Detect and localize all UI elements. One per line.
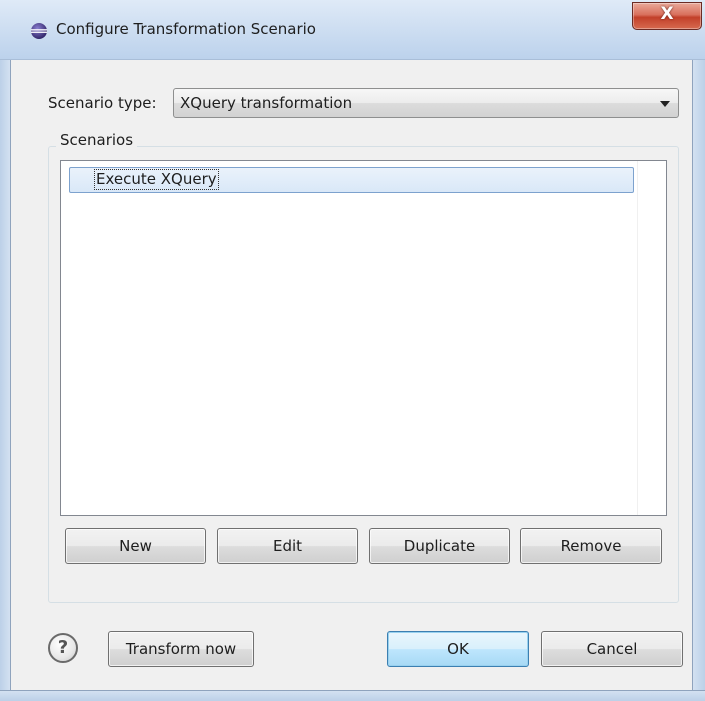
list-item-label: Execute XQuery bbox=[94, 169, 219, 190]
help-icon[interactable]: ? bbox=[48, 633, 78, 663]
window-title: Configure Transformation Scenario bbox=[56, 20, 316, 38]
title-bar[interactable]: Configure Transformation Scenario X bbox=[0, 0, 705, 60]
close-button[interactable]: X bbox=[632, 2, 702, 30]
dialog-window: Configure Transformation Scenario X Scen… bbox=[0, 0, 705, 701]
transform-now-button[interactable]: Transform now bbox=[108, 631, 254, 667]
new-button[interactable]: New bbox=[65, 528, 206, 564]
scenario-type-value: XQuery transformation bbox=[180, 94, 353, 112]
scenarios-group-label: Scenarios bbox=[56, 131, 138, 149]
duplicate-button[interactable]: Duplicate bbox=[369, 528, 510, 564]
scenarios-list[interactable]: Execute XQuery bbox=[60, 160, 667, 516]
close-icon: X bbox=[660, 4, 674, 24]
ok-button[interactable]: OK bbox=[387, 631, 529, 667]
eclipse-icon bbox=[31, 23, 47, 39]
scenario-type-label: Scenario type: bbox=[48, 94, 157, 112]
edit-button[interactable]: Edit bbox=[217, 528, 358, 564]
list-column-divider bbox=[637, 161, 638, 515]
chevron-down-icon bbox=[660, 101, 670, 107]
window-frame-left bbox=[0, 60, 10, 701]
remove-button[interactable]: Remove bbox=[520, 528, 662, 564]
window-frame-right bbox=[693, 60, 705, 701]
cancel-button[interactable]: Cancel bbox=[541, 631, 683, 667]
list-item[interactable]: Execute XQuery bbox=[69, 167, 634, 193]
window-frame-bottom bbox=[0, 690, 705, 701]
scenario-type-select[interactable]: XQuery transformation bbox=[173, 88, 679, 118]
